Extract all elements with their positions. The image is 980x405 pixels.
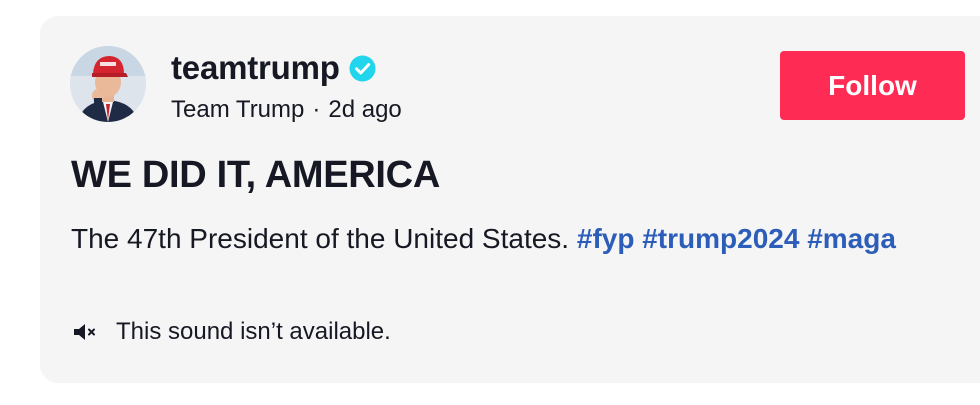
hashtag-link-maga[interactable]: #maga — [807, 223, 896, 254]
post-card: teamtrump Team Trump · 2d ago Follow WE … — [40, 16, 980, 383]
separator-dot: · — [312, 96, 321, 123]
profile-photo — [70, 46, 146, 122]
username-row: teamtrump — [171, 46, 376, 90]
post-title: WE DID IT, AMERICA — [71, 154, 440, 196]
sound-unavailable-message: This sound isn’t available. — [116, 318, 391, 345]
sound-status: This sound isn’t available. — [73, 317, 391, 347]
display-name: Team Trump — [171, 96, 305, 123]
hashtag-link-fyp[interactable]: #fyp — [577, 223, 635, 254]
avatar[interactable] — [70, 46, 146, 122]
post-caption: The 47th President of the United States.… — [71, 218, 951, 259]
caption-text: The 47th President of the United States. — [71, 223, 570, 254]
username[interactable]: teamtrump — [171, 49, 340, 87]
muted-speaker-icon — [73, 322, 99, 342]
hashtag-link-trump2024[interactable]: #trump2024 — [642, 223, 799, 254]
post-time: 2d ago — [328, 96, 402, 123]
follow-button[interactable]: Follow — [780, 51, 965, 120]
verified-badge-icon — [349, 55, 376, 82]
author-subline: Team Trump · 2d ago — [171, 94, 402, 126]
